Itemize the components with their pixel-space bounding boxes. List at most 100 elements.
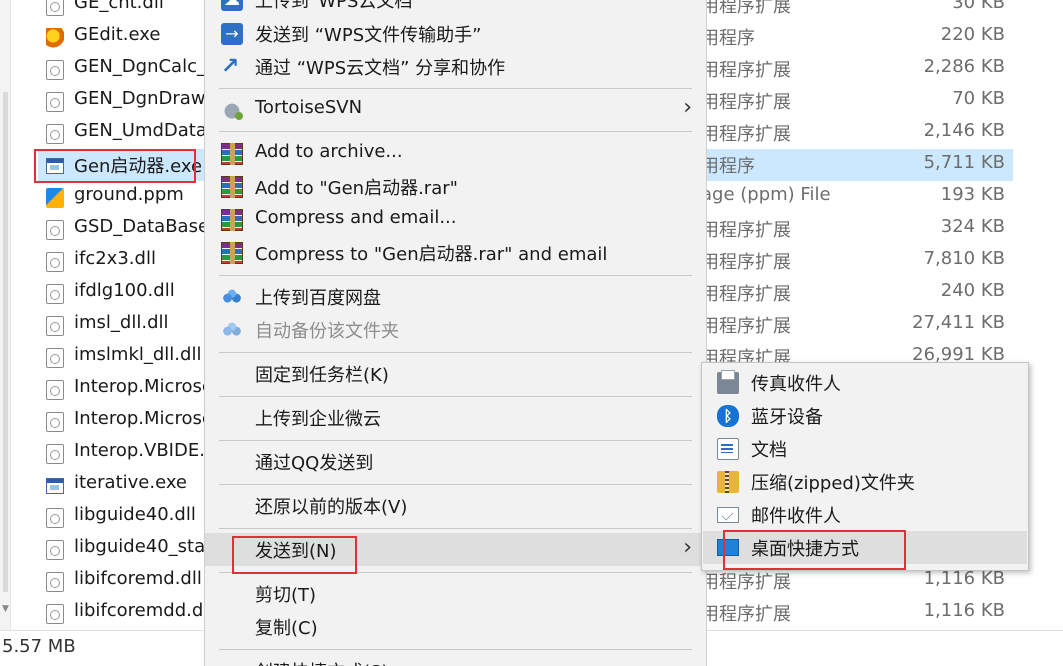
- highlight-box-desktop-shortcut: [723, 530, 906, 570]
- menu-item-tortoisesvn[interactable]: TortoiseSVN ›: [205, 93, 706, 126]
- file-name: GSD_DataBase.: [74, 216, 215, 237]
- submenu-item-bluetooth[interactable]: ᛒ 蓝牙设备: [703, 399, 1027, 432]
- menu-separator: [219, 528, 692, 529]
- menu-separator: [219, 396, 692, 397]
- file-type: 用程序: [701, 156, 755, 177]
- menu-separator: [219, 131, 692, 132]
- menu-item-label: 复制(C): [255, 618, 318, 639]
- file-type: age (ppm) File: [701, 184, 831, 205]
- menu-item-label: Compress and email...: [255, 207, 457, 228]
- file-size: 1,116 KB: [923, 568, 1005, 589]
- file-name: GEN_UmdData_: [74, 120, 216, 141]
- menu-item-pin-taskbar[interactable]: 固定到任务栏(K): [205, 357, 706, 390]
- menu-item-label: 剪切(T): [255, 585, 317, 606]
- menu-item-add-to-rar[interactable]: Add to "Gen启动器.rar": [205, 170, 706, 203]
- menu-item-label: 还原以前的版本(V): [255, 497, 408, 518]
- menu-item-label: 上传到百度网盘: [255, 288, 381, 309]
- menu-item-copy[interactable]: 复制(C): [205, 610, 706, 643]
- file-type: 用程序扩展: [701, 252, 791, 273]
- menu-separator: [219, 275, 692, 276]
- winrar-icon: [221, 209, 243, 231]
- dll-icon: [46, 252, 64, 272]
- menu-separator: [219, 352, 692, 353]
- menu-item-compress-rar-email[interactable]: Compress to "Gen启动器.rar" and email: [205, 236, 706, 269]
- bluetooth-icon: ᛒ: [717, 405, 739, 427]
- dll-icon: [46, 540, 64, 560]
- submenu-item-documents[interactable]: 文档: [703, 432, 1027, 465]
- menu-item-upload-wps-cloud[interactable]: ☁ 上传到“WPS云文档”: [205, 0, 706, 16]
- file-name: ground.ppm: [74, 184, 184, 205]
- winrar-icon: [221, 176, 243, 198]
- dll-icon: [46, 284, 64, 304]
- dll-icon: [46, 508, 64, 528]
- menu-item-upload-baidu[interactable]: 上传到百度网盘: [205, 280, 706, 313]
- menu-item-label: 发送到 “WPS文件传输助手”: [255, 25, 482, 46]
- file-type: 用程序扩展: [701, 60, 791, 81]
- share-icon: ↗: [221, 54, 240, 79]
- menu-item-label: 固定到任务栏(K): [255, 365, 389, 386]
- file-size: 2,286 KB: [923, 56, 1005, 77]
- chevron-right-icon: ›: [683, 95, 692, 120]
- baidu-netdisk-icon: [221, 319, 243, 341]
- menu-separator: [219, 440, 692, 441]
- menu-item-label: 创建快捷方式(S): [255, 658, 388, 666]
- dll-icon: [46, 444, 64, 464]
- highlight-box-selected-file: [34, 149, 196, 183]
- menu-item-add-to-archive[interactable]: Add to archive...: [205, 137, 706, 170]
- menu-item-share-wps-cloud[interactable]: ↗ 通过 “WPS云文档” 分享和协作: [205, 50, 706, 83]
- file-name: imsl_dll.dll: [74, 312, 169, 333]
- file-type: 用程序扩展: [701, 92, 791, 113]
- navigation-pane-scrollbar[interactable]: ▼: [0, 0, 11, 630]
- winrar-icon: [221, 143, 243, 165]
- baidu-netdisk-icon: [221, 286, 243, 308]
- file-name: GE_cht.dll: [74, 0, 164, 13]
- chevron-right-icon: ›: [683, 535, 692, 560]
- file-size: 70 KB: [952, 88, 1005, 109]
- file-size: 324 KB: [940, 216, 1005, 237]
- status-selected-size: 5.57 MB: [2, 636, 76, 657]
- menu-item-label: TortoiseSVN: [255, 97, 363, 118]
- menu-item-label: Compress to "Gen启动器.rar" and email: [255, 244, 608, 265]
- menu-item-create-shortcut[interactable]: 创建快捷方式(S): [205, 654, 706, 666]
- scrollbar-thumb[interactable]: [3, 92, 8, 592]
- menu-item-restore-versions[interactable]: 还原以前的版本(V): [205, 489, 706, 522]
- zip-folder-icon: [717, 471, 739, 493]
- submenu-item-mail-recipient[interactable]: 邮件收件人: [703, 498, 1027, 531]
- dll-icon: [46, 124, 64, 144]
- wps-send-icon: →: [221, 23, 243, 45]
- dll-icon: [46, 604, 64, 624]
- file-name: ifc2x3.dll: [74, 248, 156, 269]
- file-type: 用程序扩展: [701, 604, 791, 625]
- tortoisesvn-icon: [221, 99, 243, 121]
- dll-icon: [46, 412, 64, 432]
- menu-item-label: Add to archive...: [255, 141, 403, 162]
- menu-item-label: 通过QQ发送到: [255, 453, 374, 474]
- menu-item-label: 上传到“WPS云文档”: [255, 0, 422, 12]
- file-type: 用程序扩展: [701, 220, 791, 241]
- menu-item-send-qq[interactable]: 通过QQ发送到: [205, 445, 706, 478]
- dll-icon: [46, 380, 64, 400]
- menu-item-cut[interactable]: 剪切(T): [205, 577, 706, 610]
- dll-icon: [46, 0, 64, 16]
- dll-icon: [46, 348, 64, 368]
- exe-icon: [46, 478, 64, 494]
- menu-item-send-wps-transfer[interactable]: → 发送到 “WPS文件传输助手”: [205, 17, 706, 50]
- documents-icon: [717, 438, 739, 460]
- scroll-down-arrow-icon[interactable]: ▼: [2, 604, 9, 614]
- fax-icon: [717, 370, 739, 394]
- file-name: GEN_DgnCalc_: [74, 56, 206, 77]
- submenu-item-zip-folder[interactable]: 压缩(zipped)文件夹: [703, 465, 1027, 498]
- menu-item-compress-email[interactable]: Compress and email...: [205, 203, 706, 236]
- file-size: 7,810 KB: [923, 248, 1005, 269]
- submenu-item-label: 邮件收件人: [751, 506, 841, 527]
- file-type: 用程序扩展: [701, 0, 791, 17]
- dll-icon: [46, 220, 64, 240]
- menu-separator: [219, 88, 692, 89]
- submenu-item-label: 传真收件人: [751, 374, 841, 395]
- menu-item-label: 通过 “WPS云文档” 分享和协作: [255, 58, 506, 79]
- file-name: libifcoremdd.dl: [74, 600, 209, 621]
- file-size: 1,116 KB: [923, 600, 1005, 621]
- file-name: Interop.VBIDE.c: [74, 440, 215, 461]
- menu-item-upload-weiyun[interactable]: 上传到企业微云: [205, 401, 706, 434]
- submenu-item-fax-recipient[interactable]: 传真收件人: [703, 366, 1027, 399]
